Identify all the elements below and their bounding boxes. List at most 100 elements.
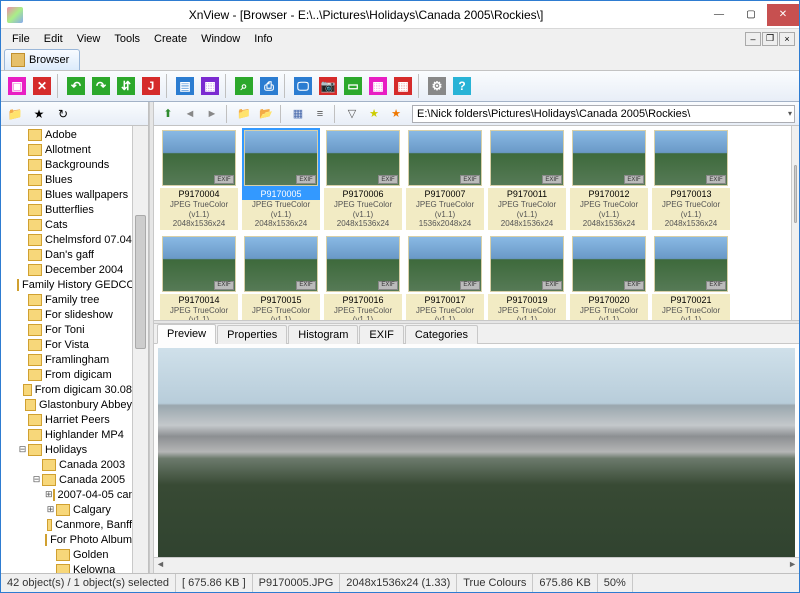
mdi-minimize-icon[interactable]: – bbox=[745, 32, 761, 46]
tree-scrollbar[interactable] bbox=[132, 126, 148, 573]
tree-item[interactable]: Butterflies bbox=[1, 202, 132, 217]
tree-item[interactable]: From digicam 30.08 bbox=[1, 382, 132, 397]
jpeg-icon[interactable]: J bbox=[139, 74, 163, 98]
expand-icon[interactable]: ⊞ bbox=[45, 489, 53, 500]
tree-item[interactable]: Backgrounds bbox=[1, 157, 132, 172]
tree-item[interactable]: ⊞Calgary bbox=[1, 502, 132, 517]
tree-item[interactable]: Family tree bbox=[1, 292, 132, 307]
tree-item[interactable]: Kelowna bbox=[1, 562, 132, 573]
thumbnail-item[interactable]: EXIFP9170019JPEG TrueColor (v1.1)2048x15… bbox=[488, 236, 566, 320]
expand-icon[interactable]: ⊞ bbox=[45, 504, 56, 515]
sort-icon[interactable]: ≡ bbox=[310, 104, 330, 124]
tree-item[interactable]: Highlander MP4 bbox=[1, 427, 132, 442]
tab-categories[interactable]: Categories bbox=[405, 325, 478, 344]
tree-item[interactable]: For Toni bbox=[1, 322, 132, 337]
menu-view[interactable]: View bbox=[70, 31, 108, 47]
tag-yellow-icon[interactable]: ★ bbox=[364, 104, 384, 124]
tree-item[interactable]: For slideshow bbox=[1, 307, 132, 322]
view2-icon[interactable]: ▦ bbox=[198, 74, 222, 98]
tree-item[interactable]: For Photo Album bbox=[1, 532, 132, 547]
favorite-icon[interactable]: ★ bbox=[28, 104, 50, 124]
maximize-button[interactable]: ▢ bbox=[735, 4, 767, 26]
up-icon[interactable]: ⬆ bbox=[158, 104, 178, 124]
thumbnail-item[interactable]: EXIFP9170004JPEG TrueColor (v1.1)2048x15… bbox=[160, 130, 238, 230]
tree-item[interactable]: Framlingham bbox=[1, 352, 132, 367]
tree-item[interactable]: Glastonbury Abbey bbox=[1, 397, 132, 412]
expand-icon[interactable]: ⊟ bbox=[31, 474, 42, 485]
tree-item[interactable]: Adobe bbox=[1, 127, 132, 142]
expand-icon[interactable]: ⊟ bbox=[17, 444, 28, 455]
flip-icon[interactable]: ⇵ bbox=[114, 74, 138, 98]
thumbnail-item[interactable]: EXIFP9170007JPEG TrueColor (v1.1)1536x20… bbox=[406, 130, 484, 230]
tree-item[interactable]: Blues wallpapers bbox=[1, 187, 132, 202]
tree-item[interactable]: Canada 2003 bbox=[1, 457, 132, 472]
thumbnail-item[interactable]: EXIFP9170015JPEG TrueColor (v1.1)2048x15… bbox=[242, 236, 320, 320]
preview-hscrollbar[interactable] bbox=[154, 557, 799, 573]
tab-properties[interactable]: Properties bbox=[217, 325, 287, 344]
monitor-icon[interactable]: 🖵 bbox=[291, 74, 315, 98]
thumbnail-item[interactable]: EXIFP9170021JPEG TrueColor (v1.1)2048x15… bbox=[652, 236, 730, 320]
openfolder-icon[interactable]: 📂 bbox=[256, 104, 276, 124]
menu-file[interactable]: File bbox=[5, 31, 37, 47]
newfolder-icon[interactable]: 📁 bbox=[234, 104, 254, 124]
mdi-close-icon[interactable]: × bbox=[779, 32, 795, 46]
thumbnail-item[interactable]: EXIFP9170011JPEG TrueColor (v1.1)2048x15… bbox=[488, 130, 566, 230]
tag-orange-icon[interactable]: ★ bbox=[386, 104, 406, 124]
tree-item[interactable]: Harriet Peers bbox=[1, 412, 132, 427]
tab-histogram[interactable]: Histogram bbox=[288, 325, 358, 344]
menu-window[interactable]: Window bbox=[194, 31, 247, 47]
folder-icon[interactable]: 📁 bbox=[4, 104, 26, 124]
tree-item[interactable]: Blues bbox=[1, 172, 132, 187]
close-icon[interactable]: ✕ bbox=[30, 74, 54, 98]
menu-tools[interactable]: Tools bbox=[107, 31, 147, 47]
tree-item[interactable]: Family History GEDCOM bbox=[1, 277, 132, 292]
tree-item[interactable]: For Vista bbox=[1, 337, 132, 352]
thumbnail-item[interactable]: EXIFP9170017JPEG TrueColor (v1.1)2048x15… bbox=[406, 236, 484, 320]
tab-exif[interactable]: EXIF bbox=[359, 325, 403, 344]
thumbnail-item[interactable]: EXIFP9170005JPEG TrueColor (v1.1)2048x15… bbox=[242, 130, 320, 230]
dropdown-icon[interactable]: ▾ bbox=[788, 109, 792, 118]
tree-item[interactable]: From digicam bbox=[1, 367, 132, 382]
view-icon[interactable]: ▦ bbox=[288, 104, 308, 124]
tree-item[interactable]: Chelmsford 07.04 bbox=[1, 232, 132, 247]
minimize-button[interactable]: — bbox=[703, 4, 735, 26]
thumbnail-item[interactable]: EXIFP9170014JPEG TrueColor (v1.1)2048x15… bbox=[160, 236, 238, 320]
refresh-icon[interactable]: ↻ bbox=[52, 104, 74, 124]
close-button[interactable]: ✕ bbox=[767, 4, 799, 26]
grid1-icon[interactable]: ▦ bbox=[366, 74, 390, 98]
tree-item[interactable]: December 2004 bbox=[1, 262, 132, 277]
print-icon[interactable]: ⎙ bbox=[257, 74, 281, 98]
tree-item[interactable]: Cats bbox=[1, 217, 132, 232]
thumbnail-item[interactable]: EXIFP9170013JPEG TrueColor (v1.1)2048x15… bbox=[652, 130, 730, 230]
tree-item[interactable]: Canmore, Banff bbox=[1, 517, 132, 532]
menu-edit[interactable]: Edit bbox=[37, 31, 70, 47]
rotate-left-icon[interactable]: ↶ bbox=[64, 74, 88, 98]
folder-tree[interactable]: AdobeAllotmentBackgroundsBluesBlues wall… bbox=[1, 126, 132, 573]
grid2-icon[interactable]: ▦ bbox=[391, 74, 415, 98]
menu-info[interactable]: Info bbox=[247, 31, 279, 47]
filter-icon[interactable]: ▽ bbox=[342, 104, 362, 124]
compare-icon[interactable]: ▭ bbox=[341, 74, 365, 98]
forward-icon[interactable]: ► bbox=[202, 104, 222, 124]
camera-icon[interactable]: 📷 bbox=[316, 74, 340, 98]
back-icon[interactable]: ◄ bbox=[180, 104, 200, 124]
thumbnail-item[interactable]: EXIFP9170012JPEG TrueColor (v1.1)2048x15… bbox=[570, 130, 648, 230]
tab-browser[interactable]: Browser bbox=[4, 49, 80, 70]
tree-item[interactable]: ⊟Canada 2005 bbox=[1, 472, 132, 487]
fullscreen-icon[interactable]: ▣ bbox=[5, 74, 29, 98]
thumbnail-grid[interactable]: EXIFP9170004JPEG TrueColor (v1.1)2048x15… bbox=[154, 126, 791, 320]
thumbnail-item[interactable]: EXIFP9170016JPEG TrueColor (v1.1)2048x15… bbox=[324, 236, 402, 320]
menu-create[interactable]: Create bbox=[147, 31, 194, 47]
settings-icon[interactable]: ⚙ bbox=[425, 74, 449, 98]
thumbnail-item[interactable]: EXIFP9170020JPEG TrueColor (v1.1)2048x15… bbox=[570, 236, 648, 320]
tree-item[interactable]: Dan's gaff bbox=[1, 247, 132, 262]
tree-item[interactable]: ⊟Holidays bbox=[1, 442, 132, 457]
tab-preview[interactable]: Preview bbox=[157, 324, 216, 344]
zoom-icon[interactable]: ⌕ bbox=[232, 74, 256, 98]
tree-item[interactable]: ⊞2007-04-05 canada 20 bbox=[1, 487, 132, 502]
view1-icon[interactable]: ▤ bbox=[173, 74, 197, 98]
thumbs-scrollbar[interactable] bbox=[791, 126, 799, 320]
tree-item[interactable]: Allotment bbox=[1, 142, 132, 157]
thumbnail-item[interactable]: EXIFP9170006JPEG TrueColor (v1.1)2048x15… bbox=[324, 130, 402, 230]
tree-item[interactable]: Golden bbox=[1, 547, 132, 562]
